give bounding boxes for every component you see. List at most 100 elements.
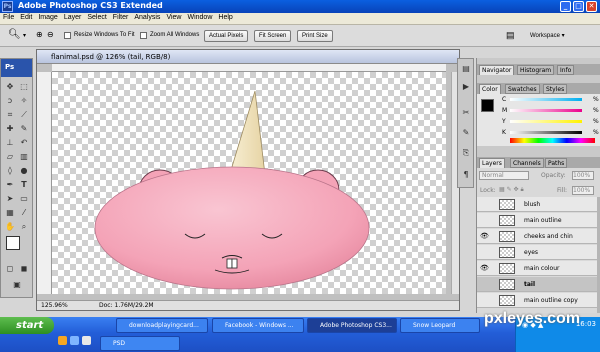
taskbar-item[interactable]: Facebook - Windows ... xyxy=(212,318,304,333)
layer-row[interactable]: tail xyxy=(477,277,597,292)
eraser-tool-icon[interactable]: ▱ xyxy=(4,151,16,163)
menu-layer[interactable]: Layer xyxy=(61,13,85,22)
actions-panel-icon[interactable]: ▶ xyxy=(460,81,472,93)
path-selection-tool-icon[interactable]: ➤ xyxy=(4,193,16,205)
tab-color[interactable]: Color xyxy=(479,84,501,94)
blur-tool-icon[interactable]: ◊ xyxy=(4,165,16,177)
close-button[interactable]: ✕ xyxy=(586,1,597,12)
tab-histogram[interactable]: Histogram xyxy=(517,65,555,75)
zoom-tool-icon[interactable]: 🔍︎ xyxy=(8,29,21,40)
tab-layers[interactable]: Layers xyxy=(479,158,505,168)
tab-styles[interactable]: Styles xyxy=(543,84,568,94)
yellow-slider[interactable] xyxy=(510,120,582,123)
history-panel-icon[interactable]: ▤ xyxy=(460,63,472,75)
quicklaunch-desktop-icon[interactable] xyxy=(82,336,91,345)
tab-info[interactable]: Info xyxy=(557,65,575,75)
opacity-label: Opacity: xyxy=(541,172,566,179)
blend-mode-select[interactable]: Normal xyxy=(479,171,529,180)
vertical-ruler[interactable] xyxy=(37,72,52,294)
print-size-button[interactable]: Print Size xyxy=(297,30,333,42)
slice-tool-icon[interactable]: ⟋ xyxy=(18,109,30,121)
fill-field[interactable]: 100% xyxy=(572,186,594,195)
gradient-tool-icon[interactable]: ▥ xyxy=(18,151,30,163)
black-slider[interactable] xyxy=(510,131,582,134)
resize-windows-checkbox[interactable] xyxy=(64,32,71,39)
foreground-swatch[interactable] xyxy=(481,99,494,112)
magic-wand-tool-icon[interactable]: ✧ xyxy=(18,95,30,107)
menu-filter[interactable]: Filter xyxy=(110,13,132,22)
type-tool-icon[interactable]: T xyxy=(18,179,30,191)
layer-row[interactable]: eyes xyxy=(477,245,597,260)
zoom-tool-small-icon[interactable]: ⌕ xyxy=(18,221,30,233)
visibility-eye-icon[interactable]: 👁︎ xyxy=(480,264,489,272)
foreground-color-swatch[interactable] xyxy=(6,236,20,250)
opacity-field[interactable]: 100% xyxy=(572,171,594,180)
lock-icons[interactable]: ▦ ✎ ✥ 🔒︎ xyxy=(499,186,524,194)
tool-preset-dropdown-icon[interactable]: ▾ xyxy=(23,32,26,39)
menu-window[interactable]: Window xyxy=(184,13,215,22)
crop-tool-icon[interactable]: ⌗ xyxy=(4,109,16,121)
standard-mode-icon[interactable]: ◻ xyxy=(4,263,16,275)
taskbar-item[interactable]: Adobe Photoshop CS3... xyxy=(307,318,397,333)
layer-thumbnail xyxy=(499,215,515,226)
screen-mode-icon[interactable]: ▣ xyxy=(11,279,23,291)
menu-help[interactable]: Help xyxy=(215,13,235,22)
clone-stamp-tool-icon[interactable]: ⊥ xyxy=(4,137,16,149)
cyan-slider[interactable] xyxy=(510,98,582,101)
zoom-all-windows-checkbox[interactable] xyxy=(140,32,147,39)
taskbar-item-psd-folder[interactable]: PSD xyxy=(100,336,180,351)
hand-tool-icon[interactable]: ✋ xyxy=(4,221,16,233)
move-tool-icon[interactable]: ✥ xyxy=(4,81,16,93)
tab-swatches[interactable]: Swatches xyxy=(505,84,540,94)
menu-file[interactable]: File xyxy=(0,13,17,22)
paragraph-panel-icon[interactable]: ¶ xyxy=(460,169,472,181)
lasso-tool-icon[interactable]: ↄ xyxy=(4,95,16,107)
color-spectrum-bar[interactable] xyxy=(510,138,595,143)
actual-pixels-button[interactable]: Actual Pixels xyxy=(204,30,249,42)
brush-tool-icon[interactable]: ✎ xyxy=(18,123,30,135)
maximize-button[interactable]: □ xyxy=(573,1,584,12)
horizontal-ruler[interactable] xyxy=(52,64,446,72)
menu-select[interactable]: Select xyxy=(84,13,109,22)
menu-analysis[interactable]: Analysis xyxy=(131,13,163,22)
notes-tool-icon[interactable]: ▦ xyxy=(4,207,16,219)
pen-tool-icon[interactable]: ✒ xyxy=(4,179,16,191)
quick-mask-mode-icon[interactable]: ◼ xyxy=(18,263,30,275)
minimize-button[interactable]: _ xyxy=(560,1,571,12)
eyedropper-tool-icon[interactable]: ⁄ xyxy=(18,207,30,219)
visibility-eye-icon[interactable]: 👁︎ xyxy=(480,232,489,240)
tab-navigator[interactable]: Navigator xyxy=(479,65,515,75)
magenta-slider[interactable] xyxy=(510,109,582,112)
zoom-out-icon[interactable]: ⊖ xyxy=(47,30,54,39)
workspace-icon[interactable]: ▤ xyxy=(506,30,515,41)
layer-row[interactable]: main outline xyxy=(477,213,597,228)
brushes-panel-icon[interactable]: ✎ xyxy=(460,127,472,139)
marquee-tool-icon[interactable]: ⬚ xyxy=(18,81,30,93)
taskbar-item[interactable]: Snow Leopard xyxy=(400,318,480,333)
tab-channels[interactable]: Channels xyxy=(510,158,544,168)
zoom-in-icon[interactable]: ⊕ xyxy=(36,30,43,39)
quicklaunch-browser-icon[interactable] xyxy=(58,336,67,345)
clone-source-icon[interactable]: ⎘ xyxy=(460,147,472,159)
taskbar-item[interactable]: downloadplayingcard... xyxy=(116,318,208,333)
zoom-level[interactable]: 125.96% xyxy=(41,302,68,309)
layer-row[interactable]: 👁︎ main colour xyxy=(477,261,597,276)
history-brush-tool-icon[interactable]: ↶ xyxy=(18,137,30,149)
shape-tool-icon[interactable]: ▭ xyxy=(18,193,30,205)
fit-screen-button[interactable]: Fit Screen xyxy=(254,30,292,42)
quicklaunch-media-icon[interactable] xyxy=(70,336,79,345)
folder-task-label: PSD xyxy=(113,340,126,347)
menu-edit[interactable]: Edit xyxy=(17,13,35,22)
tab-paths[interactable]: Paths xyxy=(545,158,568,168)
layer-row[interactable]: main outline copy xyxy=(477,293,597,308)
menu-image[interactable]: Image xyxy=(35,13,60,22)
healing-brush-tool-icon[interactable]: ✚ xyxy=(4,123,16,135)
tool-presets-icon[interactable]: ✂ xyxy=(460,107,472,119)
dodge-tool-icon[interactable]: ● xyxy=(18,165,30,177)
layer-row[interactable]: blush xyxy=(477,197,597,212)
layer-row[interactable]: 👁︎ cheeks and chin xyxy=(477,229,597,244)
menu-view[interactable]: View xyxy=(163,13,184,22)
image-canvas[interactable] xyxy=(52,72,446,294)
start-button[interactable]: start xyxy=(0,317,54,334)
workspace-menu[interactable]: Workspace ▾ xyxy=(530,32,565,39)
